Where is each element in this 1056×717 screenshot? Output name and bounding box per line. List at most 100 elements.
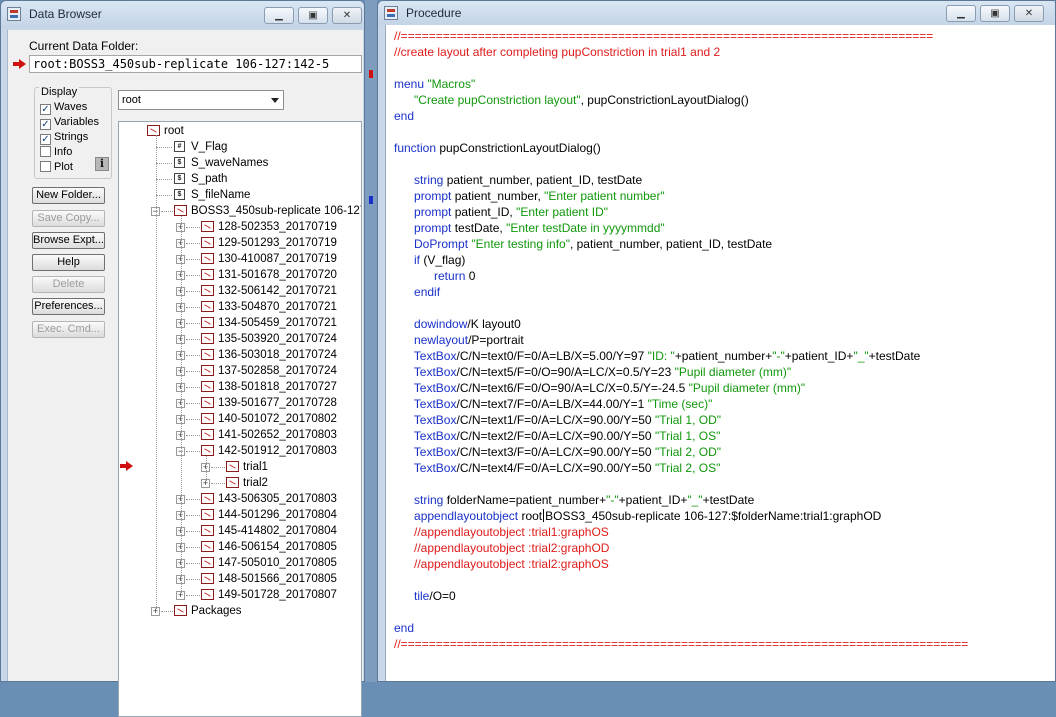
code-line[interactable]: "Create pupConstriction layout", pupCons… [394,92,749,108]
code-line[interactable]: TextBox/C/N=text5/F=0/O=90/A=LC/X=0.5/Y=… [394,364,791,380]
tree-folder-148-501566_20170805[interactable]: +148-501566_20170805 [119,571,359,587]
code-line[interactable]: function pupConstrictionLayoutDialog() [394,140,601,156]
tree-folder-144-501296_20170804[interactable]: +144-501296_20170804 [119,507,359,523]
code-line[interactable]: endif [394,284,440,300]
tree-folder-138-501818_20170727[interactable]: +138-501818_20170727 [119,379,359,395]
checkbox-box[interactable] [40,146,51,157]
checkbox-box[interactable]: ✓ [40,119,51,130]
display-plot-checkbox[interactable]: Plot [40,161,73,175]
procedure-close-button[interactable]: ✕ [1014,5,1044,22]
tree-item-s-filename[interactable]: $ S_fileName [119,187,359,203]
tree-connector [186,387,200,388]
tree-folder-136-503018_20170724[interactable]: +136-503018_20170724 [119,347,359,363]
code-line[interactable]: TextBox/C/N=text0/F=0/A=LB/X=5.00/Y=97 "… [394,348,921,364]
procedure-editor[interactable]: //======================================… [385,25,1055,681]
new-folder-button[interactable]: New Folder... [32,187,105,204]
code-line[interactable]: DoPrompt "Enter testing info", patient_n… [394,236,772,252]
tree-folder-trial2[interactable]: + trial2 [119,475,359,491]
info-icon[interactable]: i [95,157,109,171]
code-text: /C/N=text3/F=0/A=LC/X=90.00/Y=50 [456,445,655,459]
code-line[interactable]: string folderName=patient_number+"-"+pat… [394,492,754,508]
folder-select[interactable]: root [118,90,284,110]
code-line[interactable]: if (V_flag) [394,252,465,268]
code-line[interactable]: end [394,620,414,636]
code-line[interactable]: dowindow/K layout0 [394,316,521,332]
tree-folder-131-501678_20170720[interactable]: +131-501678_20170720 [119,267,359,283]
procedure-maximize-button[interactable]: ▣ [980,5,1010,22]
code-line[interactable]: //appendlayoutobject :trial2:graphOS [394,556,609,572]
tree-folder-140-501072_20170802[interactable]: +140-501072_20170802 [119,411,359,427]
tree-folder-137-502858_20170724[interactable]: +137-502858_20170724 [119,363,359,379]
data-browser-titlebar[interactable]: Data Browser ▁ ▣ ✕ [1,1,364,29]
display-waves-checkbox[interactable]: ✓ Waves [40,101,87,115]
code-line[interactable]: appendlayoutobject root BOSS3_450sub-repl… [394,508,881,524]
tree-folder-146-506154_20170805[interactable]: +146-506154_20170805 [119,539,359,555]
code-line[interactable]: //======================================… [394,636,968,652]
tree-folder-145-414802_20170804[interactable]: +145-414802_20170804 [119,523,359,539]
code-line[interactable]: menu "Macros" [394,76,475,92]
display-variables-checkbox[interactable]: ✓ Variables [40,116,99,130]
tree-folder-135-503920_20170724[interactable]: +135-503920_20170724 [119,331,359,347]
code-line[interactable]: TextBox/C/N=text2/F=0/A=LC/X=90.00/Y=50 … [394,428,721,444]
exec-cmd-button[interactable]: Exec. Cmd... [32,321,105,338]
code-line[interactable]: return 0 [394,268,475,284]
tree-folder-147-505010_20170805[interactable]: +147-505010_20170805 [119,555,359,571]
maximize-button[interactable]: ▣ [298,7,328,24]
tree-folder-143-506305_20170803[interactable]: +143-506305_20170803 [119,491,359,507]
code-line[interactable]: prompt patient_number, "Enter patient nu… [394,188,665,204]
folder-icon [201,317,214,328]
tree-folder-132-506142_20170721[interactable]: +132-506142_20170721 [119,283,359,299]
code-line[interactable]: //appendlayoutobject :trial2:graphOD [394,540,609,556]
code-line[interactable]: prompt testDate, "Enter testDate in yyyy… [394,220,665,236]
code-line[interactable]: //======================================… [394,28,933,44]
data-folder-tree[interactable]: root # V_Flag $ S_waveNames $ S_path $ S_fileNam… [118,121,362,717]
save-copy-button[interactable]: Save Copy... [32,210,105,227]
help-button[interactable]: Help [32,254,105,271]
tree-folder-149-501728_20170807[interactable]: +149-501728_20170807 [119,587,359,603]
code-keyword: TextBox [413,397,457,411]
minimize-button[interactable]: ▁ [264,7,294,24]
tree-root[interactable]: root [119,123,359,139]
tree-folder-130-410087_20170719[interactable]: +130-410087_20170719 [119,251,359,267]
code-line[interactable]: TextBox/C/N=text3/F=0/A=LC/X=90.00/Y=50 … [394,444,721,460]
code-line[interactable]: //appendlayoutobject :trial1:graphOS [394,524,609,540]
code-line[interactable]: tile/O=0 [394,588,456,604]
display-strings-checkbox[interactable]: ✓ Strings [40,131,88,145]
folder-icon [201,397,214,408]
tree-folder-boss3[interactable]: − BOSS3_450sub-replicate 106-127 [119,203,361,219]
preferences-button[interactable]: Preferences... [32,298,105,315]
display-info-checkbox[interactable]: Info [40,146,72,160]
code-line[interactable]: TextBox/C/N=text4/F=0/A=LC/X=90.00/Y=50 … [394,460,721,476]
tree-folder-129-501293_20170719[interactable]: +129-501293_20170719 [119,235,359,251]
delete-button[interactable]: Delete [32,276,105,293]
close-button[interactable]: ✕ [332,7,362,24]
code-line[interactable]: end [394,108,414,124]
current-data-folder-path[interactable]: root:BOSS3_450sub-replicate 106-127:142-… [29,55,362,73]
tree-item-s-path[interactable]: $ S_path [119,171,359,187]
tree-connector [161,611,173,612]
tree-folder-139-501677_20170728[interactable]: +139-501677_20170728 [119,395,359,411]
checkbox-box[interactable]: ✓ [40,104,51,115]
code-line[interactable]: newlayout/P=portrait [394,332,524,348]
tree-folder-133-504870_20170721[interactable]: +133-504870_20170721 [119,299,359,315]
tree-folder-141-502652_20170803[interactable]: +141-502652_20170803 [119,427,359,443]
code-line[interactable]: string patient_number, patient_ID, testD… [394,172,642,188]
tree-folder-packages[interactable]: + Packages [119,603,359,619]
tree-folder-134-505459_20170721[interactable]: +134-505459_20170721 [119,315,359,331]
checkbox-box[interactable]: ✓ [40,134,51,145]
code-line[interactable]: TextBox/C/N=text6/F=0/O=90/A=LC/X=0.5/Y=… [394,380,805,396]
code-line[interactable]: //create layout after completing pupCons… [394,44,720,60]
tree-item-s-wavenames[interactable]: $ S_waveNames [119,155,359,171]
tree-folder-trial1[interactable]: + trial1 [119,459,359,475]
procedure-minimize-button[interactable]: ▁ [946,5,976,22]
checkbox-box[interactable] [40,161,51,172]
procedure-titlebar[interactable]: Procedure ▁ ▣ ✕ [378,1,1055,25]
browse-expt-button[interactable]: Browse Expt... [32,232,105,249]
code-line[interactable]: TextBox/C/N=text1/F=0/A=LC/X=90.00/Y=50 … [394,412,721,428]
tree-folder-142-501912_20170803[interactable]: −142-501912_20170803 [119,443,359,459]
code-line[interactable]: prompt patient_ID, "Enter patient ID" [394,204,608,220]
tree-item-v-flag[interactable]: # V_Flag [119,139,359,155]
code-line[interactable]: TextBox/C/N=text7/F=0/A=LB/X=44.00/Y=1 "… [394,396,713,412]
window-gap [365,0,377,682]
tree-folder-128-502353_20170719[interactable]: +128-502353_20170719 [119,219,359,235]
